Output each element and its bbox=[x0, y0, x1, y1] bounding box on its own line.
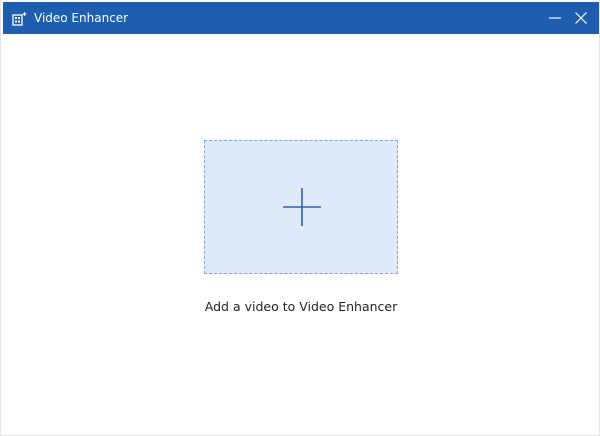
title-bar[interactable]: Video Enhancer bbox=[3, 2, 599, 34]
plus-icon bbox=[281, 186, 323, 228]
dropzone-caption: Add a video to Video Enhancer bbox=[204, 299, 398, 314]
close-button[interactable] bbox=[570, 7, 592, 29]
minimize-button[interactable] bbox=[544, 7, 566, 29]
add-video-dropzone[interactable] bbox=[204, 140, 398, 274]
close-icon bbox=[575, 12, 587, 24]
app-window: Video Enhancer Add a video to Video Enha… bbox=[0, 0, 600, 436]
video-enhancer-app-icon bbox=[12, 11, 28, 26]
window-title: Video Enhancer bbox=[34, 11, 129, 25]
minimize-icon bbox=[549, 17, 561, 19]
